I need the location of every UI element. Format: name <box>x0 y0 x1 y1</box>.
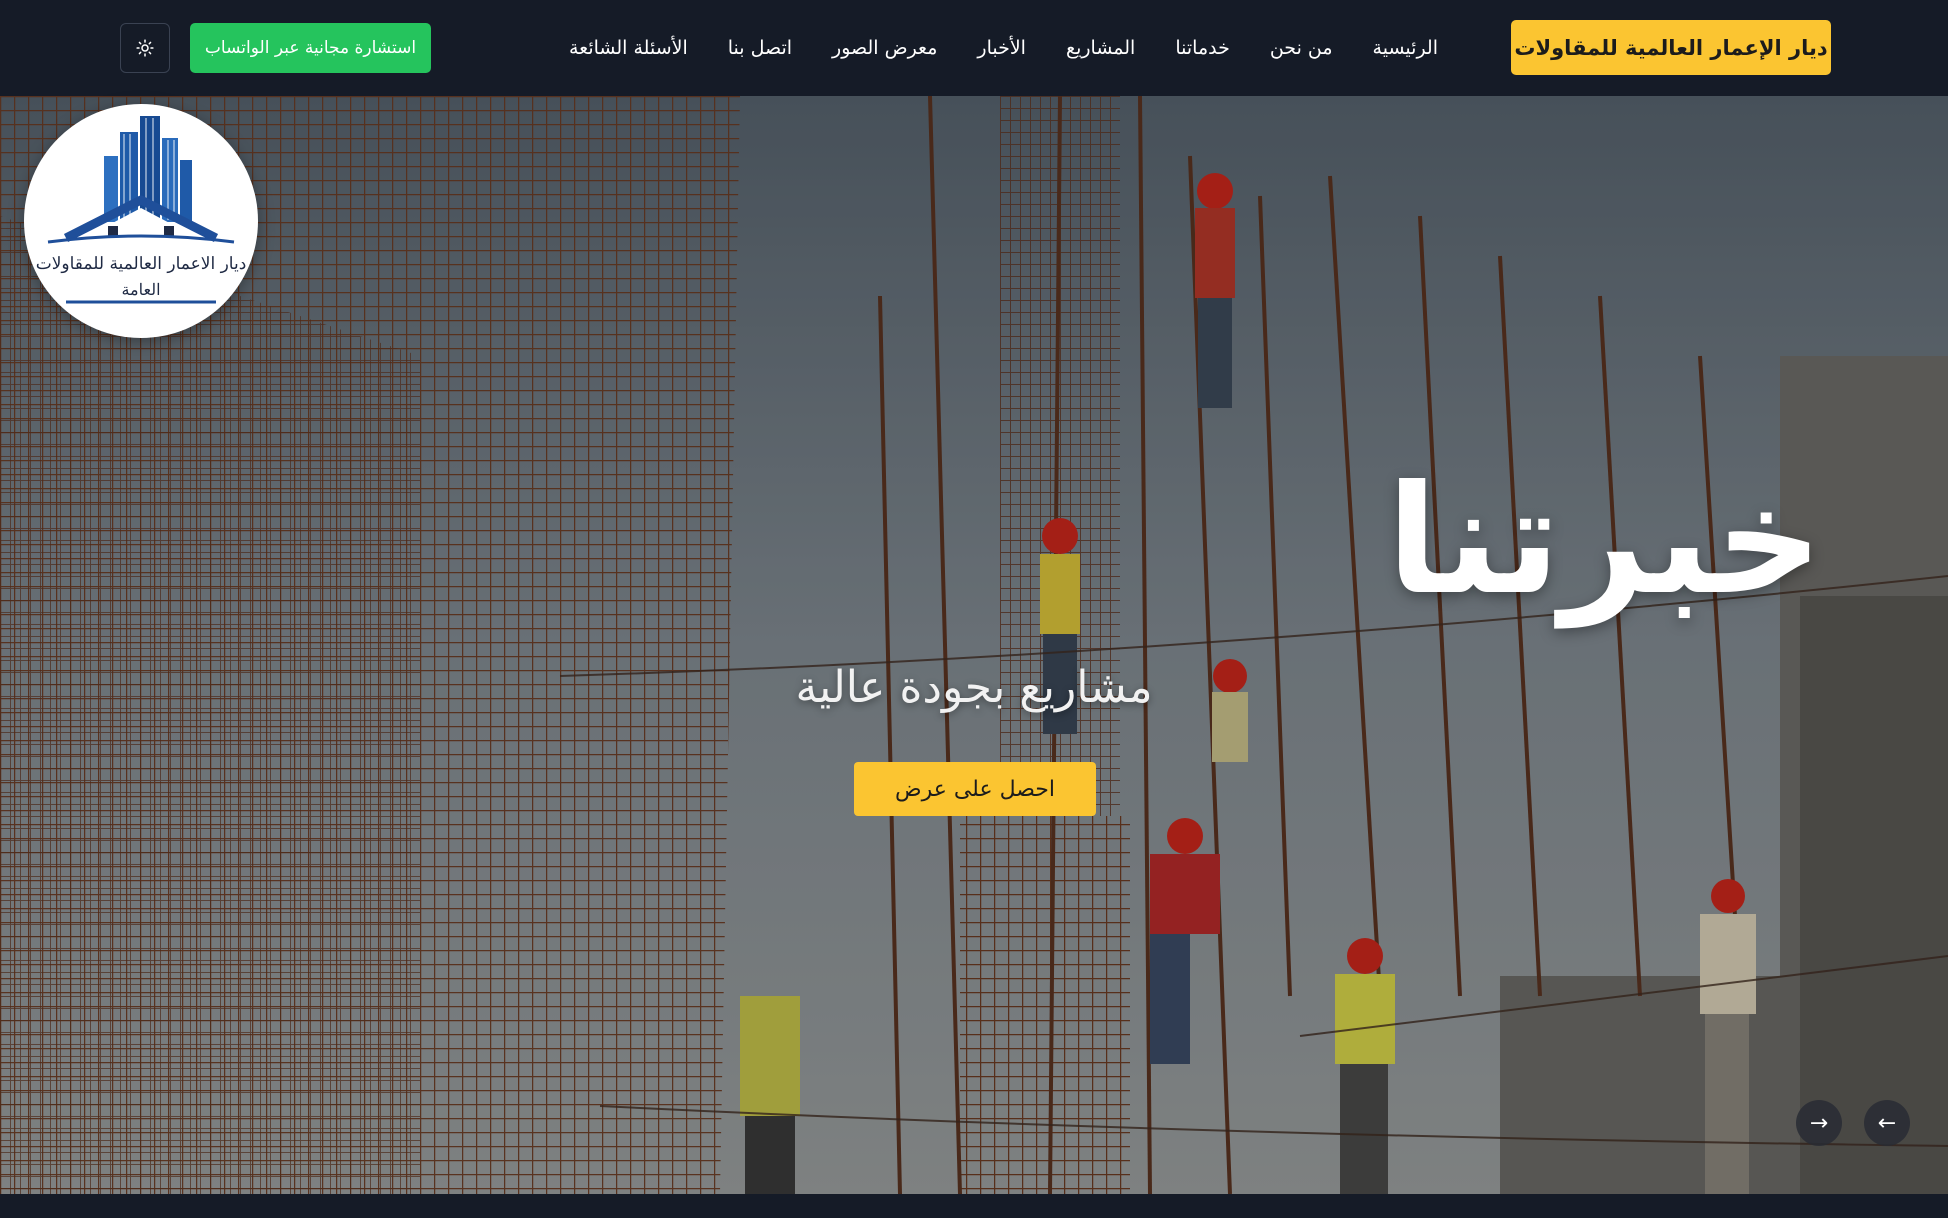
whatsapp-consult-button[interactable]: استشارة مجانية عبر الواتساب <box>190 23 431 73</box>
nav-item-gallery[interactable]: معرض الصور <box>832 37 937 59</box>
hero-subtitle: مشاريع بجودة عالية <box>795 662 1153 713</box>
theme-toggle-button[interactable] <box>120 23 170 73</box>
page-bottom-strip <box>0 1194 1948 1218</box>
nav-item-about[interactable]: من نحن <box>1270 37 1333 59</box>
top-navbar: ديار الإعمار العالمية للمقاولات الرئيسية… <box>0 0 1948 96</box>
sun-icon <box>136 39 154 57</box>
hero-dim-overlay <box>0 96 1948 1194</box>
hero-title: خبرتنا <box>1386 454 1823 628</box>
main-nav: الرئيسية من نحن خدماتنا المشاريع الأخبار… <box>569 0 1438 96</box>
page: ديار الإعمار العالمية للمقاولات الرئيسية… <box>0 0 1948 1218</box>
slider-prev-arrow-icon[interactable]: → <box>1796 1100 1842 1146</box>
brand-button[interactable]: ديار الإعمار العالمية للمقاولات <box>1511 20 1831 75</box>
hero-slider: خبرتنا مشاريع بجودة عالية احصل على عرض <box>0 96 1948 1194</box>
nav-item-faq[interactable]: الأسئلة الشائعة <box>569 37 688 59</box>
slider-next-arrow-icon[interactable]: ← <box>1864 1100 1910 1146</box>
logo-text-line1: ديار الاعمار العالمية للمقاولات <box>35 254 247 274</box>
nav-item-contact[interactable]: اتصل بنا <box>728 37 792 59</box>
company-logo[interactable]: ديار الاعمار العالمية للمقاولات العامة <box>24 104 258 338</box>
nav-item-services[interactable]: خدماتنا <box>1175 37 1230 59</box>
nav-item-news[interactable]: الأخبار <box>977 37 1026 59</box>
nav-item-home[interactable]: الرئيسية <box>1373 37 1438 59</box>
nav-item-projects[interactable]: المشاريع <box>1066 37 1135 59</box>
logo-buildings-icon <box>47 116 235 304</box>
logo-text-line2: العامة <box>121 280 161 299</box>
get-quote-button[interactable]: احصل على عرض <box>854 762 1096 816</box>
